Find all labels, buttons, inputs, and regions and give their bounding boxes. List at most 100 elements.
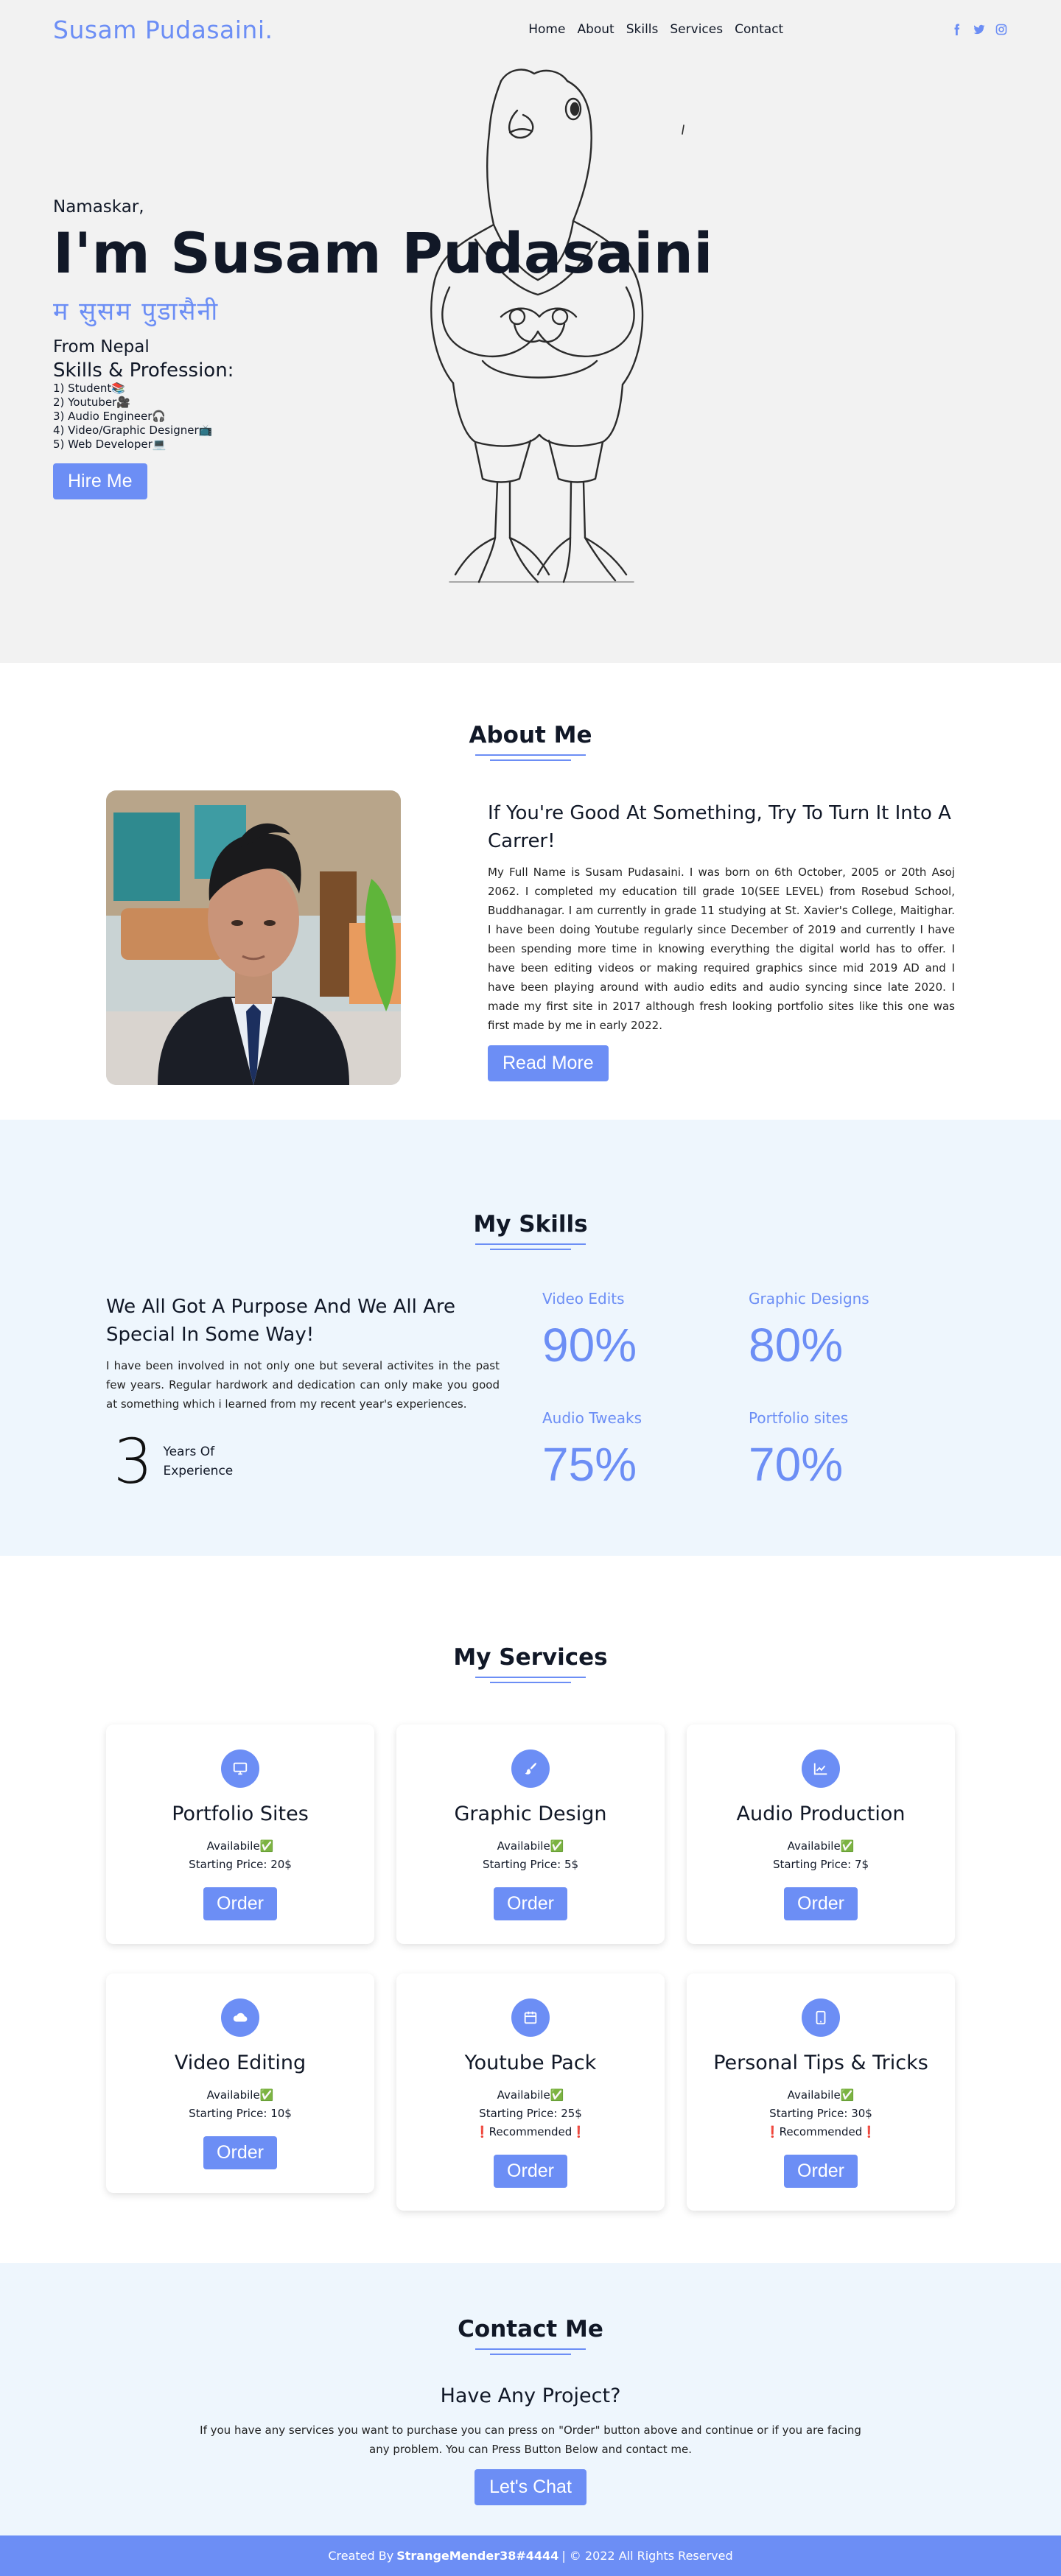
about-section: About Me If You're Good At Something, Tr… xyxy=(0,663,1061,1120)
service-price: Starting Price: 7$ xyxy=(772,1858,869,1871)
hero-skill-item: 3) Audio Engineer🎧 xyxy=(53,409,167,423)
desktop-icon xyxy=(221,1749,259,1788)
skill-name: Portfolio sites xyxy=(749,1409,849,1427)
profile-photo xyxy=(106,790,401,1085)
hero-skill-item: 2) Youtuber🎥 xyxy=(53,395,130,409)
lets-chat-button[interactable]: Let's Chat xyxy=(475,2469,586,2505)
contact-section: Contact Me Have Any Project? If you have… xyxy=(0,2263,1061,2535)
hero-nepali-name: म सुसम पुडासैनी xyxy=(53,296,220,326)
contact-title: Contact Me xyxy=(0,2316,1061,2355)
footer-author: StrangeMender38#4444 xyxy=(396,2549,559,2563)
social-links xyxy=(950,23,1008,36)
skill-percent: 80% xyxy=(749,1319,844,1372)
services-section: My Services Portfolio Sites Availabile✅ … xyxy=(0,1556,1061,2263)
services-title-text: My Services xyxy=(453,1644,608,1671)
service-card-audio: Audio Production Availabile✅ Starting Pr… xyxy=(687,1724,955,1944)
about-heading: If You're Good At Something, Try To Turn… xyxy=(488,802,951,852)
service-card-youtube: Youtube Pack Availabile✅ Starting Price:… xyxy=(396,1973,665,2211)
title-underline xyxy=(475,754,586,756)
skill-percent: 70% xyxy=(749,1438,844,1491)
title-underline xyxy=(490,759,571,761)
order-button[interactable]: Order xyxy=(784,1887,858,1920)
tablet-icon xyxy=(802,1998,840,2037)
footer-prefix: Created By xyxy=(328,2549,394,2563)
experience-block: 3 Years Of Experience xyxy=(113,1425,500,1498)
footer: Created By StrangeMender38#4444 | © 2022… xyxy=(0,2535,1061,2576)
order-button[interactable]: Order xyxy=(784,2155,858,2188)
service-availability: Availabile✅ xyxy=(787,2088,855,2102)
service-price: Starting Price: 10$ xyxy=(189,2107,292,2120)
service-availability: Availabile✅ xyxy=(787,1839,855,1853)
skill-item: Audio Tweaks 75% xyxy=(542,1409,749,1498)
hero-name: I'm Susam Pudasaini xyxy=(53,220,713,286)
hero-greeting: Namaskar, xyxy=(53,197,144,217)
contact-heading: Have Any Project? xyxy=(440,2384,621,2407)
experience-label: Years Of Experience xyxy=(163,1445,234,1478)
title-underline xyxy=(490,1249,571,1250)
about-title-text: About Me xyxy=(469,722,592,748)
about-content: If You're Good At Something, Try To Turn… xyxy=(488,790,955,1085)
instagram-icon[interactable] xyxy=(995,23,1008,36)
service-title: Video Editing xyxy=(174,2052,307,2074)
skills-section: My Skills We All Got A Purpose And We Al… xyxy=(0,1120,1061,1556)
skills-body: We All Got A Purpose And We All Are Spec… xyxy=(0,1290,1061,1498)
facebook-icon[interactable] xyxy=(950,23,964,36)
service-recommended: ❗Recommended❗ xyxy=(766,2125,876,2138)
service-title: Audio Production xyxy=(736,1803,906,1825)
calendar-icon xyxy=(511,1998,550,2037)
service-availability: Availabile✅ xyxy=(497,2088,564,2102)
service-title: Personal Tips & Tricks xyxy=(713,2052,928,2074)
hero-skill-item: 1) Student📚 xyxy=(53,381,125,395)
site-logo[interactable]: Susam Pudasaini. xyxy=(53,15,273,44)
contact-paragraph: If you have any services you want to pur… xyxy=(200,2424,861,2456)
title-underline xyxy=(475,1243,586,1245)
skills-grid: Video Edits 90% Graphic Designs 80% Audi… xyxy=(542,1290,955,1498)
service-availability: Availabile✅ xyxy=(206,1839,274,1853)
skill-name: Audio Tweaks xyxy=(542,1409,642,1427)
about-paragraph: My Full Name is Susam Pudasaini. I was b… xyxy=(488,866,955,1032)
service-title: Portfolio Sites xyxy=(172,1803,309,1825)
nav-skills[interactable]: Skills xyxy=(626,22,659,37)
nav-links: Home About Skills Services Contact xyxy=(528,22,783,37)
skill-percent: 75% xyxy=(542,1438,637,1491)
order-button[interactable]: Order xyxy=(494,1887,567,1920)
skill-name: Graphic Designs xyxy=(749,1290,869,1308)
service-recommended: ❗Recommended❗ xyxy=(475,2125,586,2138)
skill-item: Portfolio sites 70% xyxy=(749,1409,955,1498)
skill-item: Video Edits 90% xyxy=(542,1290,749,1378)
twitter-icon[interactable] xyxy=(973,23,986,36)
order-button[interactable]: Order xyxy=(203,1887,277,1920)
service-title: Youtube Pack xyxy=(464,2052,597,2074)
chat-wrap: Let's Chat xyxy=(0,2469,1061,2505)
order-button[interactable]: Order xyxy=(494,2155,567,2188)
service-price: Starting Price: 20$ xyxy=(189,1858,292,1871)
title-underline xyxy=(475,2348,586,2350)
nav-about[interactable]: About xyxy=(577,22,614,37)
service-card-tips: Personal Tips & Tricks Availabile✅ Start… xyxy=(687,1973,955,2211)
skills-paragraph: I have been involved in not only one but… xyxy=(106,1359,500,1411)
service-availability: Availabile✅ xyxy=(497,1839,564,1853)
cloud-icon xyxy=(221,1998,259,2037)
nav-services[interactable]: Services xyxy=(670,22,723,37)
service-availability: Availabile✅ xyxy=(206,2088,274,2102)
service-card-graphic: Graphic Design Availabile✅ Starting Pric… xyxy=(396,1724,665,1944)
service-card-portfolio: Portfolio Sites Availabile✅ Starting Pri… xyxy=(106,1724,374,1944)
experience-number: 3 xyxy=(113,1425,153,1498)
nav-home[interactable]: Home xyxy=(528,22,565,37)
about-title: About Me xyxy=(0,722,1061,761)
hire-me-button[interactable]: Hire Me xyxy=(53,463,147,499)
chart-line-icon xyxy=(802,1749,840,1788)
skill-item: Graphic Designs 80% xyxy=(749,1290,955,1378)
title-underline xyxy=(490,2354,571,2355)
service-price: Starting Price: 25$ xyxy=(479,2107,582,2120)
hero-skill-item: 4) Video/Graphic Designer📺 xyxy=(53,423,213,437)
hero-from: From Nepal xyxy=(53,337,150,357)
skills-title-text: My Skills xyxy=(473,1211,588,1238)
order-button[interactable]: Order xyxy=(203,2136,277,2169)
read-more-button[interactable]: Read More xyxy=(488,1045,609,1081)
skill-percent: 90% xyxy=(542,1319,637,1372)
hero-skill-item: 5) Web Developer💻 xyxy=(53,437,167,451)
hero-text: Namaskar, I'm Susam Pudasaini म सुसम पुड… xyxy=(53,197,713,499)
title-underline xyxy=(490,1682,571,1683)
nav-contact[interactable]: Contact xyxy=(735,22,783,37)
